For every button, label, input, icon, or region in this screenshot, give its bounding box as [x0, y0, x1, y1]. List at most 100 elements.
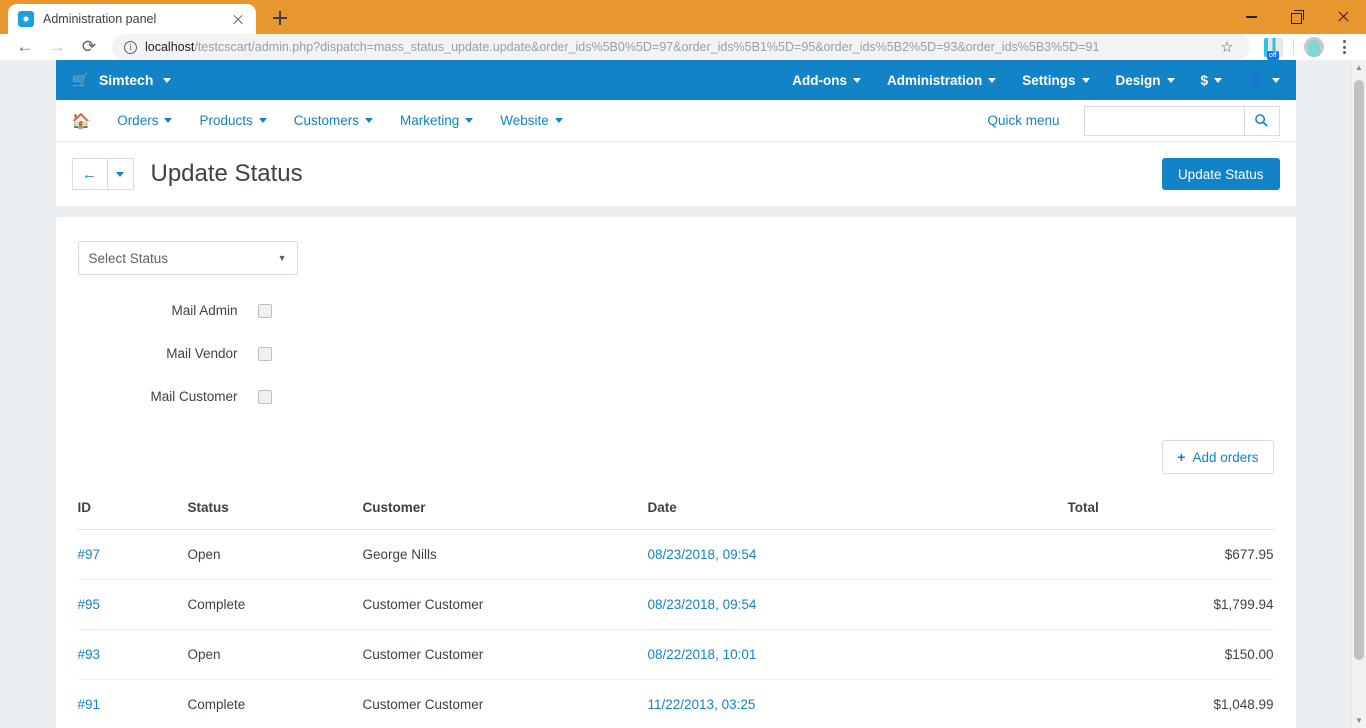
forward-navigation-icon[interactable]: →: [42, 34, 72, 60]
order-date-link[interactable]: 08/22/2018, 10:01: [648, 647, 757, 662]
bookmark-star-icon[interactable]: ☆: [1216, 36, 1238, 58]
column-header-date: Date: [647, 494, 1068, 530]
url-host: localhost: [145, 40, 195, 54]
mail-vendor-label: Mail Vendor: [166, 346, 238, 361]
quick-menu-link[interactable]: Quick menu: [987, 113, 1059, 128]
browser-menu-icon[interactable]: [1332, 35, 1356, 59]
chevron-down-icon: [554, 118, 563, 123]
subnav-item-website[interactable]: Website: [500, 113, 563, 128]
new-tab-button[interactable]: [266, 4, 294, 32]
topbar-item-add-ons[interactable]: Add-ons: [792, 73, 861, 88]
order-customer: George Nills: [362, 529, 648, 580]
chevron-down-icon: [258, 118, 267, 123]
chevron-down-icon: [1271, 77, 1280, 83]
mail-vendor-checkbox[interactable]: [257, 346, 272, 361]
mail-admin-label: Mail Admin: [171, 303, 238, 318]
column-header-customer: Customer: [362, 494, 648, 530]
order-id-link[interactable]: #93: [78, 647, 101, 662]
mail-customer-row: Mail Customer: [78, 389, 1274, 404]
back-dropdown-button[interactable]: [107, 158, 134, 190]
subnav-item-label: Products: [199, 113, 253, 128]
topbar-item-currency[interactable]: $: [1201, 73, 1223, 88]
page-header: ← Update Status Update Status: [55, 142, 1296, 206]
order-total: $1,799.94: [1067, 579, 1274, 630]
back-navigation-icon[interactable]: ←: [10, 34, 40, 60]
admin-subnav: 🏠 Orders Products Customers Marketing We…: [55, 100, 1296, 142]
subnav-item-marketing[interactable]: Marketing: [400, 113, 474, 128]
profile-avatar[interactable]: [1304, 37, 1324, 57]
topbar-item-label: Add-ons: [792, 72, 847, 88]
close-icon[interactable]: [230, 11, 246, 27]
search-input[interactable]: [1083, 105, 1244, 136]
chevron-down-icon: [465, 118, 474, 123]
browser-titlebar: Administration panel: [0, 0, 1366, 34]
cart-icon: 🛒: [71, 71, 89, 88]
table-row: #97 Open George Nills 08/23/2018, 09:54 …: [77, 529, 1274, 580]
back-button-group: ←: [71, 158, 134, 190]
order-status: Open: [187, 629, 363, 680]
brand-menu[interactable]: 🛒 Simtech: [72, 72, 172, 89]
toolbar-divider: [1293, 39, 1294, 55]
window-close-button[interactable]: [1320, 0, 1366, 34]
address-bar[interactable]: i localhost/testcscart/admin.php?dispatc…: [112, 34, 1250, 60]
topbar-menu: Add-ons Administration Settings Design $…: [792, 72, 1280, 89]
chevron-down-icon: [988, 77, 997, 83]
window-controls: [1228, 0, 1366, 34]
add-orders-button[interactable]: + Add orders: [1162, 440, 1274, 474]
subnav-item-products[interactable]: Products: [199, 113, 267, 128]
topbar-item-administration[interactable]: Administration: [887, 72, 997, 88]
page-scrollbar[interactable]: ▲ ▼: [1351, 60, 1366, 728]
scroll-down-arrow[interactable]: ▼: [1352, 713, 1366, 728]
order-date-link[interactable]: 08/23/2018, 09:54: [648, 597, 757, 612]
chevron-down-icon: [163, 77, 172, 83]
browser-tab[interactable]: Administration panel: [8, 4, 256, 34]
order-total: $1,048.99: [1067, 679, 1274, 728]
maximize-button[interactable]: [1274, 0, 1320, 34]
order-id-link[interactable]: #95: [78, 597, 101, 612]
user-menu[interactable]: 👤: [1248, 72, 1280, 89]
subnav-items: 🏠 Orders Products Customers Marketing We…: [72, 112, 563, 130]
reload-icon[interactable]: ⟳: [74, 34, 104, 60]
plus-icon: +: [1177, 449, 1186, 465]
status-select[interactable]: Select Status ▼: [77, 241, 298, 275]
subnav-item-label: Customers: [293, 113, 359, 128]
order-id-link[interactable]: #97: [78, 547, 101, 562]
column-header-status: Status: [187, 494, 363, 530]
mail-customer-checkbox[interactable]: [257, 389, 272, 404]
topbar-item-settings[interactable]: Settings: [1022, 72, 1090, 88]
subnav-item-label: Website: [500, 113, 549, 128]
update-status-button[interactable]: Update Status: [1161, 158, 1280, 190]
home-icon: 🏠: [71, 112, 91, 130]
order-customer: Customer Customer: [362, 579, 648, 630]
search-button[interactable]: [1243, 105, 1280, 136]
orders-table: ID Status Customer Date Total #97 Open G…: [77, 494, 1274, 728]
subnav-item-home[interactable]: 🏠: [72, 112, 91, 130]
admin-app: 🛒 Simtech Add-ons Administration Setting…: [55, 60, 1296, 728]
add-orders-label: Add orders: [1192, 449, 1259, 465]
topbar-item-label: Administration: [887, 72, 983, 88]
order-date-link[interactable]: 08/23/2018, 09:54: [648, 547, 757, 562]
topbar-item-label: Settings: [1022, 72, 1076, 88]
order-total: $677.95: [1067, 529, 1274, 580]
subnav-item-customers[interactable]: Customers: [294, 113, 373, 128]
site-info-icon[interactable]: i: [124, 40, 137, 54]
scroll-up-arrow[interactable]: ▲: [1352, 60, 1366, 75]
order-customer: Customer Customer: [362, 679, 648, 728]
back-button[interactable]: ←: [71, 158, 108, 190]
admin-topbar: 🛒 Simtech Add-ons Administration Setting…: [55, 60, 1296, 100]
scrollbar-thumb[interactable]: [1354, 80, 1364, 660]
minimize-button[interactable]: [1228, 0, 1274, 34]
page-content: 🛒 Simtech Add-ons Administration Setting…: [0, 60, 1351, 728]
topbar-item-design[interactable]: Design: [1116, 73, 1175, 88]
chevron-down-icon: ▼: [277, 253, 287, 263]
order-status: Complete: [187, 579, 363, 630]
chevron-down-icon: [164, 118, 173, 123]
gear-icon: [18, 11, 34, 27]
order-date-link[interactable]: 11/22/2013, 03:25: [648, 697, 756, 712]
mail-admin-checkbox[interactable]: [257, 303, 272, 318]
order-id-link[interactable]: #91: [78, 697, 101, 712]
subnav-item-orders[interactable]: Orders: [117, 113, 173, 128]
chevron-down-icon: [365, 118, 373, 123]
extension-icon[interactable]: off: [1264, 37, 1283, 60]
column-header-id: ID: [77, 494, 188, 530]
